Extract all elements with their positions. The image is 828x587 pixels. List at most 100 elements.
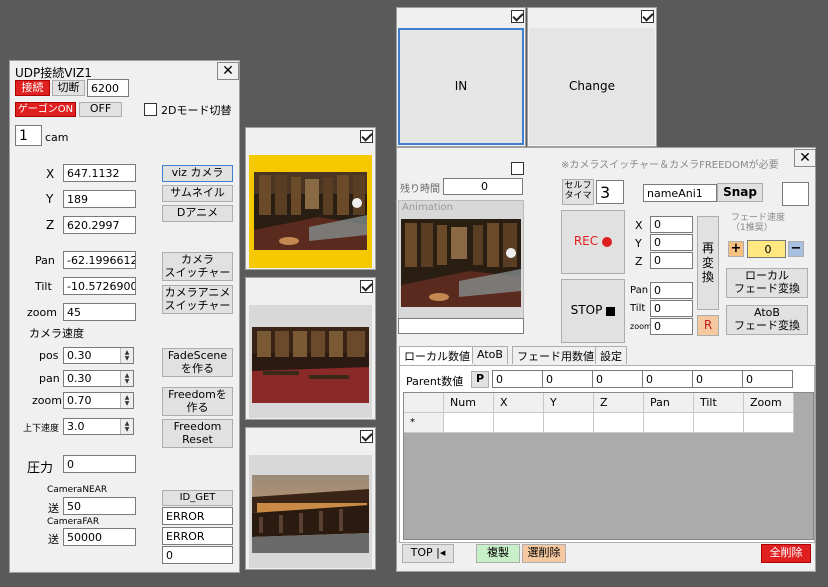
stepper-arrows-icon[interactable]: ▲ ▼: [120, 393, 133, 408]
in-button[interactable]: IN: [398, 28, 524, 145]
pan-speed-stepper[interactable]: 0.30 ▲ ▼: [63, 370, 134, 387]
table-cell[interactable]: [744, 413, 794, 433]
y-input[interactable]: 189: [63, 190, 136, 208]
freedom-reset-button[interactable]: Freedom Reset: [162, 419, 233, 448]
grid-header[interactable]: Tilt: [694, 393, 744, 413]
animation-checkbox[interactable]: [511, 162, 524, 175]
reconvert-button[interactable]: 再 変 換: [697, 216, 719, 310]
off-button[interactable]: OFF: [79, 102, 122, 117]
grid-header[interactable]: Pan: [644, 393, 694, 413]
pan-input[interactable]: -62.19966125: [63, 251, 136, 269]
fade-plus-button[interactable]: +: [728, 241, 744, 257]
anim-tilt-input[interactable]: 0: [650, 300, 693, 317]
grid-header[interactable]: Y: [544, 393, 594, 413]
thumbnail-button[interactable]: サムネイル: [162, 185, 233, 202]
thumbnail-2-image[interactable]: [249, 305, 372, 418]
camera-anime-switcher-button[interactable]: カメラアニメ スイッチャー: [162, 285, 233, 314]
fade-minus-button[interactable]: −: [788, 241, 804, 257]
tab-atob[interactable]: AtoB: [472, 346, 508, 364]
anim-x-input[interactable]: 0: [650, 216, 693, 233]
close-button[interactable]: ✕: [217, 62, 239, 80]
parent-value-6[interactable]: 0: [742, 370, 793, 388]
stepper-arrows-icon[interactable]: ▲ ▼: [120, 348, 133, 363]
freedom-make-button[interactable]: Freedomを 作る: [162, 387, 233, 416]
delete-selected-button[interactable]: 選削除: [522, 544, 566, 563]
d-anime-button[interactable]: Dアニメ: [162, 205, 233, 222]
tab-fade-values[interactable]: フェード用数値: [512, 346, 599, 364]
grid-header[interactable]: Zoom: [744, 393, 794, 413]
z-input[interactable]: 620.2997: [63, 216, 136, 234]
grid-header[interactable]: X: [494, 393, 544, 413]
anim-z-input[interactable]: 0: [650, 252, 693, 269]
parent-value-4[interactable]: 0: [642, 370, 693, 388]
fadescene-button[interactable]: FadeScene を作る: [162, 348, 233, 377]
camera-near-input[interactable]: 50: [63, 497, 136, 515]
parent-value-5[interactable]: 0: [692, 370, 743, 388]
snap-button[interactable]: Snap: [717, 183, 763, 202]
change-checkbox[interactable]: [641, 10, 654, 23]
pos-stepper[interactable]: 0.30 ▲ ▼: [63, 347, 134, 364]
id-value-field[interactable]: 0: [162, 546, 233, 564]
animation-name-field[interactable]: [398, 318, 524, 334]
grid-header[interactable]: Z: [594, 393, 644, 413]
stepper-arrows-icon[interactable]: ▲ ▼: [120, 371, 133, 386]
tab-local-values[interactable]: ローカル数値: [399, 346, 475, 366]
anim-zoom-input[interactable]: 0: [650, 318, 693, 335]
id-get-button[interactable]: ID_GET: [162, 490, 233, 506]
camera-far-input[interactable]: 50000: [63, 528, 136, 546]
send-near-label[interactable]: 送: [48, 500, 59, 516]
delete-all-button[interactable]: 全削除: [761, 544, 811, 563]
duplicate-button[interactable]: 複製: [476, 544, 520, 563]
table-cell[interactable]: [444, 413, 494, 433]
parent-value-2[interactable]: 0: [542, 370, 593, 388]
thumbnail-3-checkbox[interactable]: [360, 430, 373, 443]
remaining-time-input[interactable]: 0: [443, 178, 523, 195]
pressure-input[interactable]: 0: [63, 455, 136, 473]
gate-on-button[interactable]: ゲーゴンON: [15, 102, 76, 117]
anim-pan-input[interactable]: 0: [650, 282, 693, 299]
parent-value-1[interactable]: 0: [492, 370, 543, 388]
data-grid[interactable]: Num X Y Z Pan Tilt Zoom *: [403, 392, 814, 540]
change-button[interactable]: Change: [529, 28, 655, 145]
name-input[interactable]: nameAni1: [643, 184, 717, 202]
rec-button[interactable]: REC: [561, 210, 625, 274]
table-cell[interactable]: [694, 413, 744, 433]
in-checkbox[interactable]: [511, 10, 524, 23]
parent-p-button[interactable]: P: [471, 371, 489, 388]
animation-preview[interactable]: Animation: [398, 200, 524, 320]
zoom-input[interactable]: 45: [63, 303, 136, 321]
thumbnail-3-image[interactable]: [249, 455, 372, 568]
thumbnail-2-checkbox[interactable]: [360, 280, 373, 293]
send-far-label[interactable]: 送: [48, 531, 59, 547]
viz-camera-button[interactable]: viz カメラ: [162, 165, 233, 182]
x-input[interactable]: 647.1132: [63, 164, 136, 182]
thumbnail-1-checkbox[interactable]: [360, 130, 373, 143]
port-input[interactable]: 6200: [87, 79, 129, 97]
connect-button[interactable]: 接続: [15, 80, 50, 96]
r-button[interactable]: R: [697, 315, 719, 336]
tab-settings[interactable]: 設定: [595, 346, 627, 364]
parent-value-3[interactable]: 0: [592, 370, 643, 388]
thumbnail-1-image[interactable]: [249, 155, 372, 268]
stop-button[interactable]: STOP: [561, 279, 625, 343]
anim-y-input[interactable]: 0: [650, 234, 693, 251]
error-field-1[interactable]: ERROR: [162, 507, 233, 525]
new-row-marker[interactable]: *: [404, 413, 444, 433]
local-fade-convert-button[interactable]: ローカル フェード変換: [726, 268, 808, 298]
self-timer-input[interactable]: 3: [596, 180, 624, 204]
cam-number-input[interactable]: 1: [15, 125, 42, 146]
close-button[interactable]: ✕: [794, 149, 816, 167]
atob-fade-convert-button[interactable]: AtoB フェード変換: [726, 305, 808, 335]
camera-switcher-button[interactable]: カメラ スイッチャー: [162, 252, 233, 281]
disconnect-button[interactable]: 切断: [52, 80, 85, 96]
table-cell[interactable]: [494, 413, 544, 433]
updown-speed-stepper[interactable]: 3.0 ▲ ▼: [63, 418, 134, 435]
table-cell[interactable]: [594, 413, 644, 433]
mode-2d-checkbox[interactable]: [144, 103, 157, 116]
table-cell[interactable]: [544, 413, 594, 433]
error-field-2[interactable]: ERROR: [162, 527, 233, 545]
zoom-speed-stepper[interactable]: 0.70 ▲ ▼: [63, 392, 134, 409]
stepper-arrows-icon[interactable]: ▲ ▼: [120, 419, 133, 434]
grid-header[interactable]: Num: [444, 393, 494, 413]
fade-speed-input[interactable]: 0: [747, 240, 786, 258]
